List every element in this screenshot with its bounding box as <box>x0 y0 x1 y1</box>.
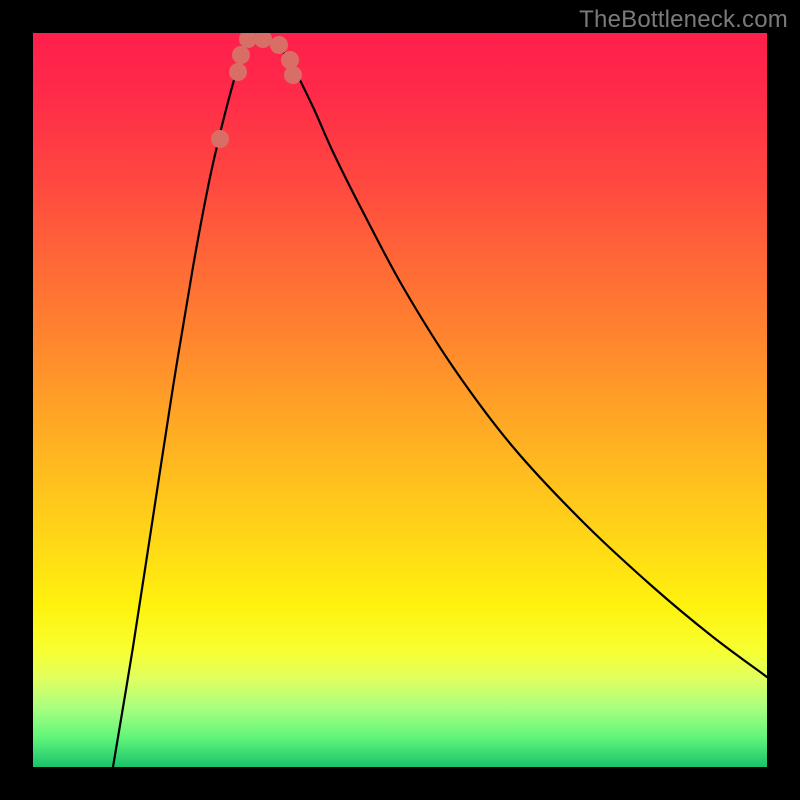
highlight-dot <box>232 46 250 64</box>
highlight-dots <box>211 33 302 148</box>
highlight-dot <box>270 36 288 54</box>
highlight-dot <box>229 63 247 81</box>
highlight-dot <box>211 130 229 148</box>
highlight-dot <box>281 51 299 69</box>
plot-area <box>33 33 767 767</box>
highlight-dot <box>254 33 272 48</box>
bottleneck-curve <box>113 38 767 767</box>
highlight-dot <box>284 66 302 84</box>
watermark-text: TheBottleneck.com <box>579 6 788 34</box>
chart-frame: TheBottleneck.com <box>0 0 800 800</box>
curve-layer <box>33 33 767 767</box>
